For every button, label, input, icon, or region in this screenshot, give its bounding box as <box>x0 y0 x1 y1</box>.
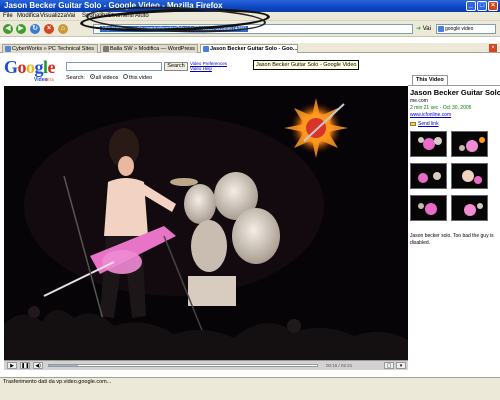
tab-favicon <box>5 46 11 52</box>
go-button[interactable]: ➜ Vai <box>416 25 431 32</box>
forward-icon[interactable]: ▶ <box>16 24 26 34</box>
tab-favicon <box>103 46 109 52</box>
menu-modifica[interactable]: Modifica <box>17 13 39 19</box>
video-player[interactable] <box>4 86 408 360</box>
video-frame <box>4 86 408 360</box>
status-text: Trasferimento dati da vp.video.google.co… <box>3 379 112 385</box>
send-link[interactable]: Send link <box>410 121 439 127</box>
go-arrow-icon: ➜ <box>416 26 422 32</box>
search-bar[interactable]: google video <box>436 24 496 34</box>
close-tab-button[interactable]: × <box>489 44 497 52</box>
video-title: Jason Becker Guitar Solo <box>410 88 500 97</box>
this-video-radio[interactable] <box>122 74 128 80</box>
logo-letter: g <box>34 57 44 77</box>
menu-visualizza[interactable]: Visualizza <box>40 13 67 19</box>
tab-bar: CyberWorks » PC Technical Sites Balla SW… <box>0 43 500 53</box>
player-controls: ▶ ❚❚ ◀) 00:15 / 02:21 ▢ ▾ <box>4 360 408 370</box>
tab-label: Balla SW » Modifica — WordPress <box>110 46 195 52</box>
preference-links: Video Preferences Video Help <box>190 61 227 71</box>
send-link-label: Send link <box>418 121 439 127</box>
play-button[interactable]: ▶ <box>7 362 17 369</box>
this-video-label: this video <box>128 75 153 81</box>
stop-icon[interactable]: × <box>44 24 54 34</box>
search-button[interactable]: Search <box>164 62 188 71</box>
tab-favicon <box>203 46 209 52</box>
video-sidebar: This Video Jason Becker Guitar Solo me.c… <box>408 73 500 373</box>
minimize-button[interactable]: _ <box>466 1 476 11</box>
progress-fill <box>49 365 79 366</box>
video-description: Jason becker solo. Too bad the guy is di… <box>410 233 494 246</box>
home-icon[interactable]: ⌂ <box>58 24 68 34</box>
menu-file[interactable]: File <box>3 13 13 19</box>
thumbnail[interactable] <box>451 131 488 157</box>
thumbnail[interactable] <box>410 131 447 157</box>
google-video-logo[interactable]: Google <box>4 57 56 78</box>
tab-label: CyberWorks » PC Technical Sites <box>12 46 95 52</box>
video-meta: 2 min 21 sec - Oct 30, 2005 <box>410 105 472 111</box>
play-icon: ▶ <box>10 363 14 369</box>
page-content: Google Video BETA Search Video Preferenc… <box>0 53 500 377</box>
thumbnail[interactable] <box>410 195 447 221</box>
fullscreen-icon: ▢ <box>386 363 392 369</box>
sidebar-divider <box>408 85 500 86</box>
chevron-down-icon: ▾ <box>399 363 403 369</box>
options-button[interactable]: ▾ <box>396 362 406 369</box>
all-videos-radio[interactable] <box>89 74 95 80</box>
tab-label: Jason Becker Guitar Solo - Goo... <box>210 46 298 52</box>
status-bar: Trasferimento dati da vp.video.google.co… <box>0 377 500 387</box>
video-help-link[interactable]: Video Help <box>190 66 227 71</box>
reload-icon[interactable]: ↻ <box>30 24 40 34</box>
logo-letter: G <box>4 57 18 77</box>
google-search-icon <box>438 26 444 32</box>
search-label: Search: <box>66 75 85 81</box>
search-bar-text: google video <box>445 26 474 32</box>
logo-letter: e <box>47 57 56 77</box>
tab-this-video[interactable]: This Video <box>412 75 448 85</box>
video-search-input[interactable] <box>66 62 162 71</box>
close-window-button[interactable]: × <box>488 1 498 11</box>
time-display: 00:15 / 02:21 <box>326 363 353 368</box>
logo-letter: o <box>26 57 35 77</box>
pause-button[interactable]: ❚❚ <box>20 362 30 369</box>
bottom-strip <box>0 387 500 400</box>
maximize-button[interactable]: □ <box>477 1 487 11</box>
tab-wordpress[interactable]: Balla SW » Modifica — WordPress <box>100 44 198 53</box>
pause-icon: ❚❚ <box>21 363 30 369</box>
tab-cyberworks[interactable]: CyberWorks » PC Technical Sites <box>2 44 98 53</box>
volume-icon: ◀) <box>35 363 41 369</box>
back-icon[interactable]: ◀ <box>3 24 13 34</box>
thumbnail[interactable] <box>451 163 488 189</box>
tooltip: Jason Becker Guitar Solo - Google Video <box>253 60 360 70</box>
all-videos-label: all videos <box>95 75 119 81</box>
go-label: Vai <box>422 26 431 32</box>
fullscreen-button[interactable]: ▢ <box>384 362 394 369</box>
menu-vai[interactable]: Vai <box>67 13 75 19</box>
volume-button[interactable]: ◀) <box>33 362 43 369</box>
video-site-link[interactable]: www.icfonline.com <box>410 112 451 118</box>
logo-beta: BETA <box>45 78 54 82</box>
thumbnail[interactable] <box>451 195 488 221</box>
progress-bar[interactable] <box>48 364 318 367</box>
search-options: Search: all videos this video <box>66 74 153 81</box>
tab-google-video[interactable]: Jason Becker Guitar Solo - Goo... <box>200 44 298 53</box>
thumbnail[interactable] <box>410 163 447 189</box>
video-source: me.com <box>410 98 428 104</box>
logo-letter: o <box>17 57 27 77</box>
mail-icon <box>410 122 416 126</box>
